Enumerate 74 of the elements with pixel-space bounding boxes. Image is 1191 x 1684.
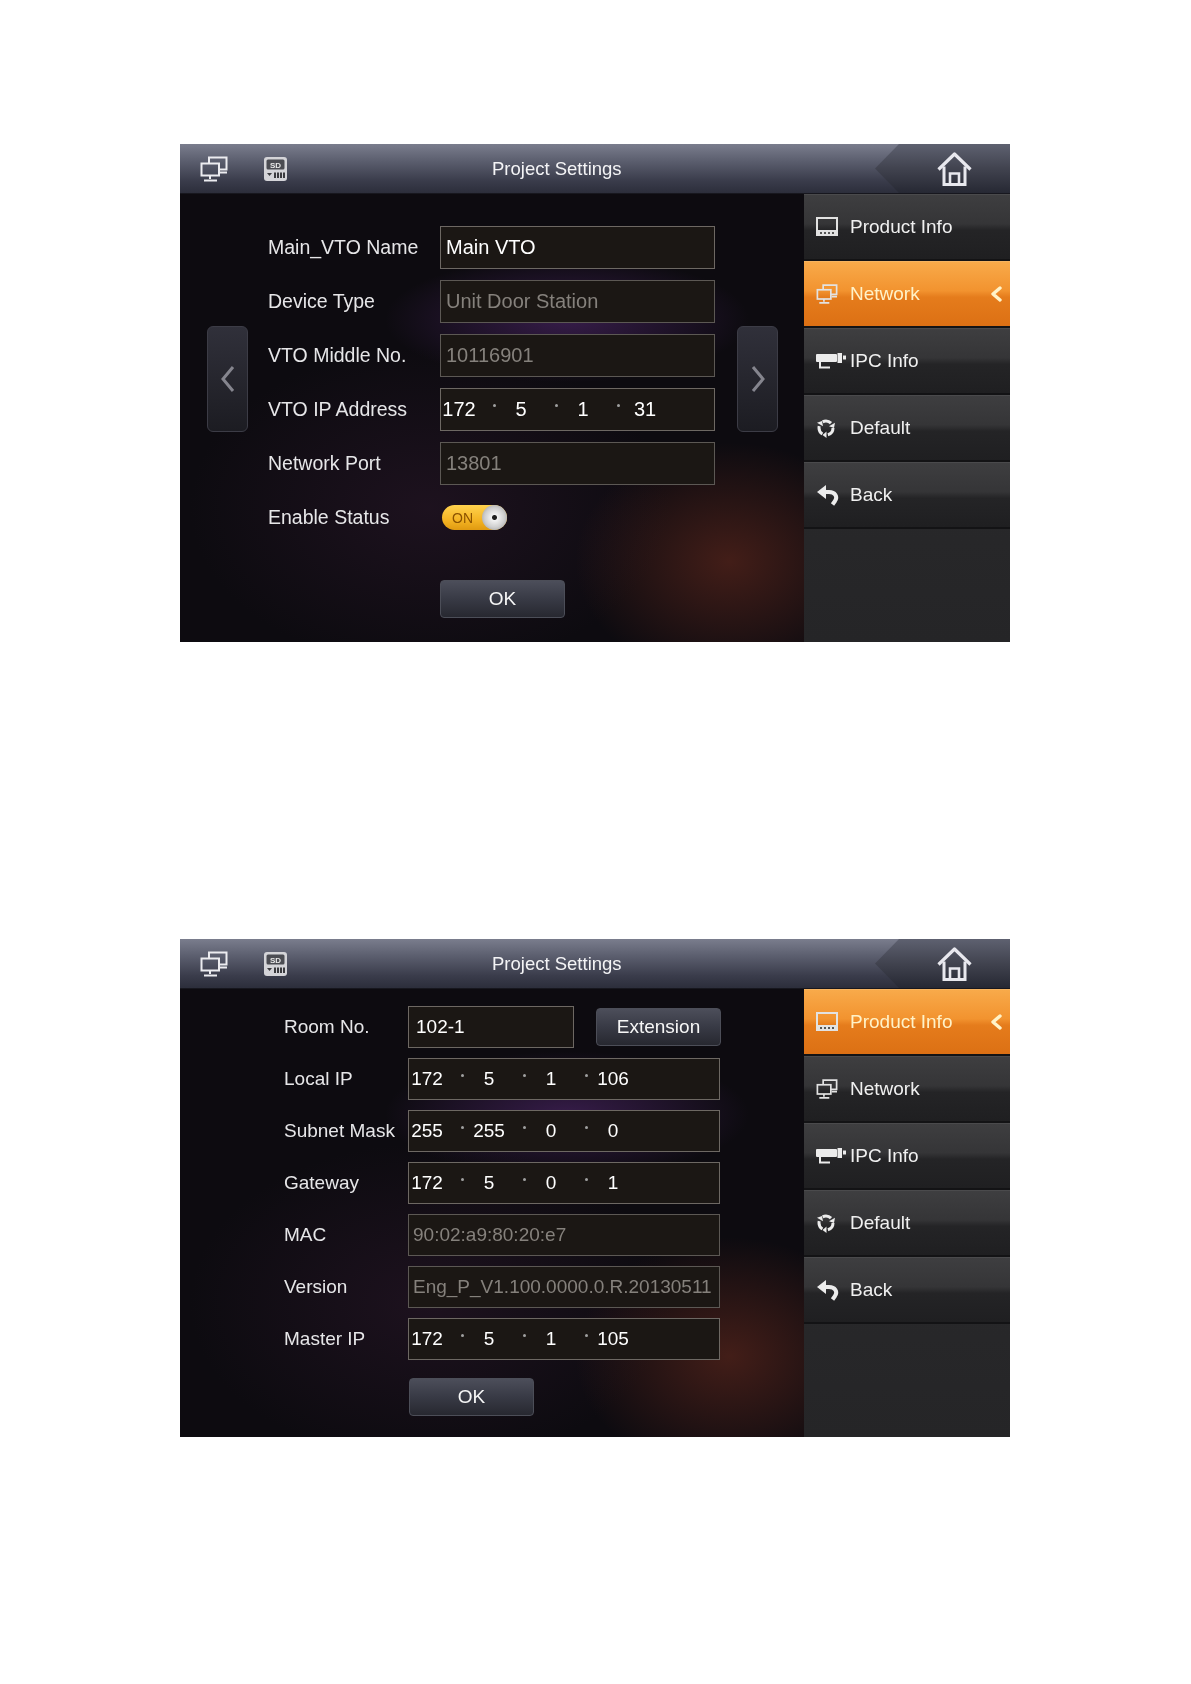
ip-address-field[interactable]: 255 255 0 0: [408, 1110, 720, 1152]
menu-item[interactable]: Default: [804, 1190, 1010, 1257]
camera-icon: [816, 352, 846, 370]
ip-address-field[interactable]: 172 5 0 1: [408, 1162, 720, 1204]
ip-address-field[interactable]: 172 5 1 106: [408, 1058, 720, 1100]
field-label: Subnet Mask: [284, 1120, 396, 1142]
return-arrow-icon: [816, 1279, 840, 1301]
previous-page-button[interactable]: [207, 326, 248, 432]
dot-separator-icon: [585, 1177, 588, 1181]
dot-separator-icon: [461, 1073, 464, 1077]
monitors-icon: [816, 1079, 838, 1099]
ok-button[interactable]: OK: [440, 580, 565, 618]
field-label: Enable Status: [268, 506, 391, 529]
sd-card-icon: SD: [263, 950, 288, 977]
monitors-icon: [200, 155, 228, 182]
screen-title: Project Settings: [492, 157, 622, 180]
chevron-left-icon: [219, 365, 236, 393]
dot-separator-icon: [461, 1177, 464, 1181]
field-label: VTO Middle No.: [268, 344, 408, 367]
screen-title: Project Settings: [492, 952, 622, 975]
monitor-icon: [816, 217, 838, 237]
field-label: Master IP: [284, 1328, 367, 1350]
text-field[interactable]: Main VTO: [440, 226, 715, 269]
next-page-button[interactable]: [737, 326, 778, 432]
menu-item[interactable]: Product Info: [804, 194, 1010, 261]
field-label: Room No.: [284, 1016, 371, 1038]
field-label: Network Port: [268, 452, 382, 475]
menu-item[interactable]: IPC Info: [804, 328, 1010, 395]
ip-address-field[interactable]: 172 5 1 31: [440, 388, 715, 431]
camera-icon: [816, 1147, 846, 1165]
menu-item[interactable]: Back: [804, 462, 1010, 529]
sd-card-icon: SD: [263, 155, 288, 182]
dot-separator-icon: [461, 1125, 464, 1129]
dot-separator-icon: [585, 1333, 588, 1337]
knob-icon: [482, 505, 507, 530]
recycle-icon: [816, 418, 836, 438]
home-button[interactable]: [875, 144, 1010, 193]
field-label: Local IP: [284, 1068, 354, 1090]
home-button[interactable]: [875, 939, 1010, 988]
dot-separator-icon: [617, 404, 620, 407]
dot-separator-icon: [523, 1177, 526, 1181]
chevron-right-icon: [749, 365, 766, 393]
extension-button[interactable]: Extension: [596, 1008, 721, 1046]
text-field[interactable]: 102-1: [408, 1006, 574, 1048]
ok-button[interactable]: OK: [409, 1378, 534, 1416]
field-label: Device Type: [268, 290, 376, 313]
dot-separator-icon: [493, 404, 496, 407]
field-label: VTO IP Address: [268, 398, 409, 421]
monitor-icon: [816, 1012, 838, 1032]
chevron-icon: [990, 1014, 1002, 1030]
menu-item[interactable]: Network: [804, 1056, 1010, 1123]
menu-item[interactable]: Back: [804, 1257, 1010, 1324]
monitors-icon: [200, 950, 228, 977]
toggle-switch[interactable]: ON: [442, 505, 507, 530]
chevron-icon: [990, 286, 1002, 302]
menu-item[interactable]: Default: [804, 395, 1010, 462]
menu-item[interactable]: IPC Info: [804, 1123, 1010, 1190]
home-icon: [936, 150, 973, 187]
ip-address-field[interactable]: 172 5 1 105: [408, 1318, 720, 1360]
home-icon: [936, 945, 973, 982]
dot-separator-icon: [585, 1125, 588, 1129]
field-label: Version: [284, 1276, 349, 1298]
field-label: Main_VTO Name: [268, 236, 420, 259]
dot-separator-icon: [461, 1333, 464, 1337]
field-label: MAC: [284, 1224, 328, 1246]
monitors-icon: [816, 284, 838, 304]
dot-separator-icon: [523, 1333, 526, 1337]
dot-separator-icon: [585, 1073, 588, 1077]
recycle-icon: [816, 1213, 836, 1233]
dot-separator-icon: [523, 1125, 526, 1129]
dot-separator-icon: [523, 1073, 526, 1077]
dot-separator-icon: [555, 404, 558, 407]
return-arrow-icon: [816, 484, 840, 506]
field-label: Gateway: [284, 1172, 360, 1194]
